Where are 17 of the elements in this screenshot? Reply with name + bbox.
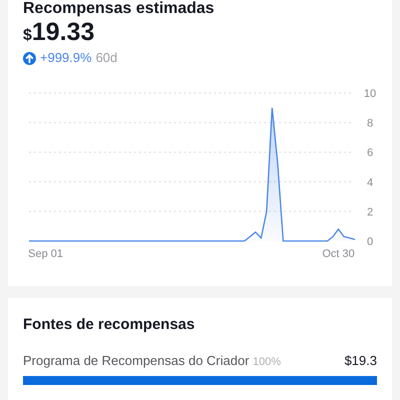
- y-tick-label: 2: [366, 206, 374, 218]
- period-label: 60d: [96, 49, 118, 68]
- y-tick-label: 10: [364, 88, 376, 100]
- source-amount: $19.3: [344, 352, 377, 370]
- change-percent: +999.9%: [40, 49, 92, 68]
- y-tick-label: 6: [366, 147, 374, 160]
- reward-amount: 19.33: [32, 18, 94, 46]
- source-name: Programa de Recompensas do Criador 100%: [23, 352, 281, 370]
- x-tick-label: Oct 30: [322, 248, 355, 260]
- x-tick-label: Sep 01: [28, 248, 64, 260]
- y-tick-label: 4: [366, 176, 374, 189]
- y-tick-label: 8: [366, 118, 374, 130]
- section-title: Recompensas estimadas: [23, 0, 216, 18]
- y-tick-label: 0: [366, 236, 374, 248]
- currency-symbol: $: [23, 26, 32, 46]
- arrow-up-icon: [23, 52, 36, 64]
- section-title: Fontes de recompensas: [23, 315, 196, 335]
